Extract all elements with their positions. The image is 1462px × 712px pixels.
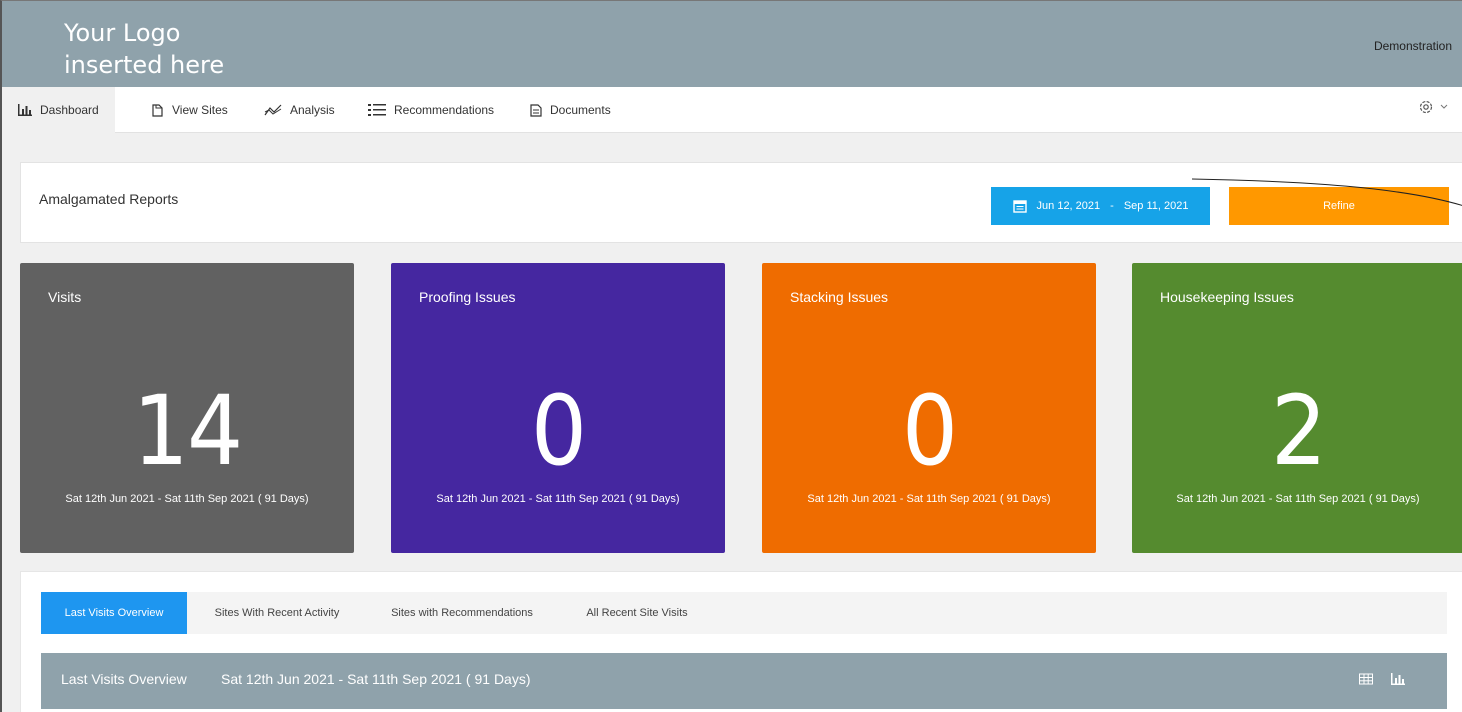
card-value: 14 [132,375,244,487]
bar-chart-icon [18,104,32,116]
nav-analysis-label: Analysis [290,103,335,117]
settings-menu[interactable] [1418,99,1448,115]
nav-dashboard-label: Dashboard [40,103,99,117]
card-value: 0 [530,375,587,487]
housekeeping-issues-card[interactable]: Housekeeping Issues 2 Sat 12th Jun 2021 … [1132,263,1462,553]
gear-icon [1419,100,1433,114]
document-copy-icon [152,103,163,117]
card-title: Housekeeping Issues [1160,289,1294,305]
nav-recommendations-label: Recommendations [394,103,495,117]
nav-documents-label: Documents [550,103,611,117]
card-title: Proofing Issues [419,289,516,305]
nav-view-sites-label: View Sites [172,103,228,117]
overview-header: Last Visits Overview Sat 12th Jun 2021 -… [41,653,1447,709]
document-icon [530,103,542,117]
tab-last-visits-overview[interactable]: Last Visits Overview [41,592,187,634]
refine-button[interactable]: Refine [1229,187,1449,225]
date-separator: - [1110,200,1114,212]
app-window: Your Logo inserted here Demonstration Da… [0,0,1462,712]
logo-line-2: inserted here [64,51,225,79]
overview-date-range: Sat 12th Jun 2021 - Sat 11th Sep 2021 ( … [221,671,531,687]
page-title: Amalgamated Reports [39,191,179,207]
card-title: Stacking Issues [790,289,889,305]
main-nav: Dashboard View Sites Analysis Recommenda… [2,87,1462,133]
tab-bar: Last Visits Overview Sites With Recent A… [41,592,1447,634]
card-date-range: Sat 12th Jun 2021 - Sat 11th Sep 2021 ( … [1176,493,1420,505]
visits-card[interactable]: Visits 14 Sat 12th Jun 2021 - Sat 11th S… [20,263,354,553]
stacking-issues-card[interactable]: Stacking Issues 0 Sat 12th Jun 2021 - Sa… [762,263,1096,553]
user-menu[interactable]: Demonstration [1374,39,1452,53]
date-end: Sep 11, 2021 [1123,200,1189,212]
visits-panel: Last Visits Overview Sites With Recent A… [20,571,1462,712]
overview-title: Last Visits Overview [61,671,187,687]
nav-recommendations[interactable]: Recommendations [368,87,494,133]
nav-analysis[interactable]: Analysis [264,87,335,133]
list-icon [368,104,386,116]
card-title: Visits [48,289,82,305]
nav-view-sites[interactable]: View Sites [152,87,228,133]
nav-documents[interactable]: Documents [530,87,611,133]
nav-dashboard[interactable]: Dashboard [2,87,115,133]
calendar-icon [1012,200,1027,213]
date-start: Jun 12, 2021 [1036,200,1101,212]
card-date-range: Sat 12th Jun 2021 - Sat 11th Sep 2021 ( … [436,493,680,505]
tab-all-recent-site-visits[interactable]: All Recent Site Visits [557,592,717,634]
table-icon[interactable] [1359,673,1373,685]
logo: Your Logo inserted here [2,1,348,93]
tab-sites-with-recommendations[interactable]: Sites with Recommendations [367,592,557,634]
card-date-range: Sat 12th Jun 2021 - Sat 11th Sep 2021 ( … [65,493,309,505]
chevron-down-icon [1440,104,1448,109]
bar-chart-icon[interactable] [1391,673,1405,685]
card-date-range: Sat 12th Jun 2021 - Sat 11th Sep 2021 ( … [807,493,1051,505]
card-value: 2 [1270,375,1327,487]
date-range-button[interactable]: Jun 12, 2021 - Sep 11, 2021 [991,187,1210,225]
card-value: 0 [901,375,958,487]
trend-line-icon [264,104,282,116]
logo-line-1: Your Logo [64,19,181,47]
tab-sites-with-recent-activity[interactable]: Sites With Recent Activity [187,592,367,634]
proofing-issues-card[interactable]: Proofing Issues 0 Sat 12th Jun 2021 - Sa… [391,263,725,553]
reports-toolbar: Amalgamated Reports Jun 12, 2021 - Sep 1… [20,162,1462,243]
